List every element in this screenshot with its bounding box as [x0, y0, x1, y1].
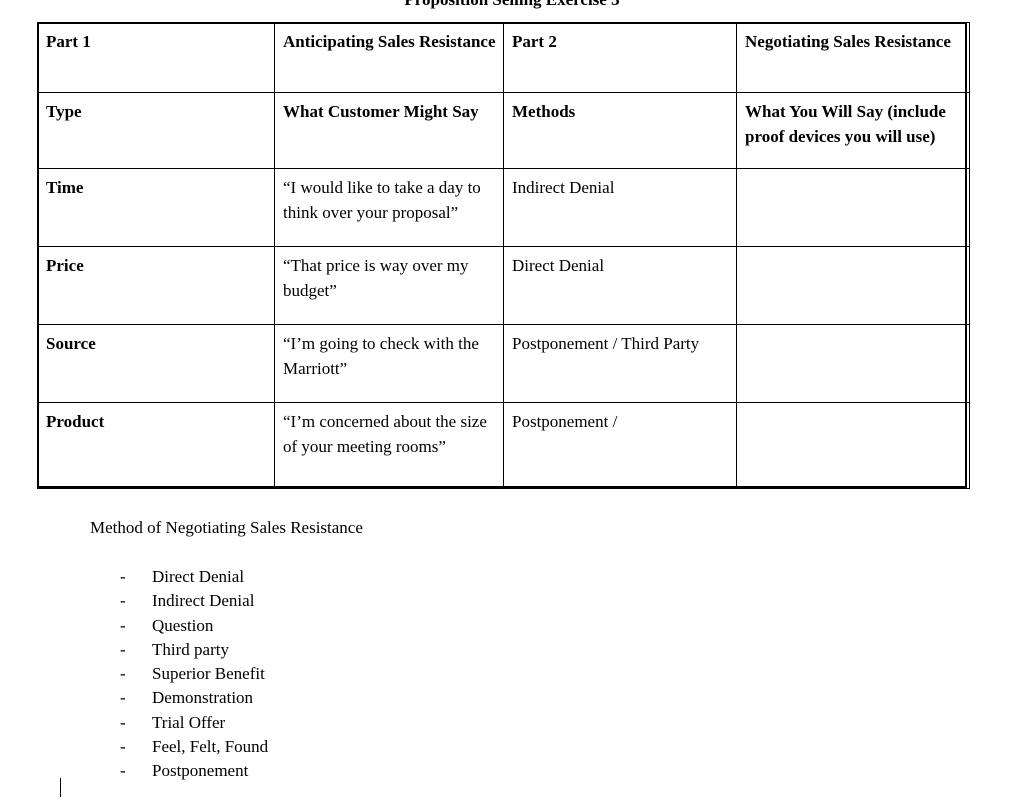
list-item-label: Superior Benefit	[152, 664, 265, 684]
list-bullet: -	[120, 664, 126, 684]
table-cell: Part 1	[37, 22, 275, 93]
table-cell: What You Will Say (include proof devices…	[736, 92, 970, 169]
methods-section-heading: Method of Negotiating Sales Resistance	[90, 518, 363, 537]
table-cell: Direct Denial	[503, 246, 737, 325]
document-page: Proposition Selling Exercise 3 Part 1 An…	[0, 0, 1024, 801]
list-bullet: -	[120, 615, 126, 635]
table-cell: Negotiating Sales Resistance	[736, 22, 970, 93]
list-item-label: Postponement	[152, 761, 249, 781]
table-cell-answer[interactable]	[736, 402, 970, 489]
text-cursor	[60, 778, 61, 797]
table-cell: Type	[37, 92, 275, 169]
sales-resistance-table: Part 1 Anticipating Sales Resistance Par…	[37, 22, 970, 489]
list-item: - Indirect Denial	[120, 589, 620, 613]
table-row: Type What Customer Might Say Methods Wha…	[37, 92, 970, 169]
table-body: Part 1 Anticipating Sales Resistance Par…	[37, 22, 970, 489]
list-item: - Trial Offer	[120, 711, 620, 735]
table-cell: Source	[37, 324, 275, 403]
list-item-label: Demonstration	[152, 688, 254, 708]
table-cell: Indirect Denial	[503, 168, 737, 247]
table-row: Time “I would like to take a day to thin…	[37, 168, 970, 247]
table-cell: What Customer Might Say	[274, 92, 504, 169]
table-cell: “That price is way over my budget”	[274, 246, 504, 325]
list-bullet: -	[120, 591, 126, 611]
table-cell: Methods	[503, 92, 737, 169]
table-cell-answer[interactable]	[736, 168, 970, 247]
table-cell: Time	[37, 168, 275, 247]
table-row: Part 1 Anticipating Sales Resistance Par…	[37, 22, 970, 93]
table-row: Price “That price is way over my budget”…	[37, 246, 970, 325]
table-cell: Price	[37, 246, 275, 325]
table-cell: Anticipating Sales Resistance	[274, 22, 504, 93]
list-item-label: Third party	[152, 639, 229, 659]
table-row: Product “I’m concerned about the size of…	[37, 402, 970, 489]
list-item-label: Question	[152, 615, 214, 635]
table-cell: “I’m going to check with the Marriott”	[274, 324, 504, 403]
list-item: - Direct Denial	[120, 565, 620, 589]
table-row: Source “I’m going to check with the Marr…	[37, 324, 970, 403]
list-item: - Postponement	[120, 759, 620, 783]
methods-list: - Direct Denial - Indirect Denial - Ques…	[120, 565, 620, 784]
list-bullet: -	[120, 639, 126, 659]
list-item: - Superior Benefit	[120, 662, 620, 686]
table-cell: “I’m concerned about the size of your me…	[274, 402, 504, 489]
list-item: - Third party	[120, 638, 620, 662]
document-title: Proposition Selling Exercise 3	[0, 0, 1024, 10]
list-bullet: -	[120, 688, 126, 708]
list-item-label: Indirect Denial	[152, 591, 255, 611]
table-cell: Postponement /	[503, 402, 737, 489]
list-item: - Feel, Felt, Found	[120, 735, 620, 759]
list-item: - Demonstration	[120, 686, 620, 710]
list-bullet: -	[120, 712, 126, 732]
list-bullet: -	[120, 567, 126, 586]
list-item-label: Trial Offer	[152, 712, 226, 732]
table-cell: Postponement / Third Party	[503, 324, 737, 403]
table-cell: Product	[37, 402, 275, 489]
table-cell-answer[interactable]	[736, 246, 970, 325]
list-item: - Question	[120, 614, 620, 638]
list-bullet: -	[120, 737, 126, 757]
list-bullet: -	[120, 761, 126, 781]
table-cell: “I would like to take a day to think ove…	[274, 168, 504, 247]
table-cell-answer[interactable]	[736, 324, 970, 403]
list-item-label: Direct Denial	[152, 567, 245, 586]
table-cell: Part 2	[503, 22, 737, 93]
list-item-label: Feel, Felt, Found	[152, 737, 269, 757]
